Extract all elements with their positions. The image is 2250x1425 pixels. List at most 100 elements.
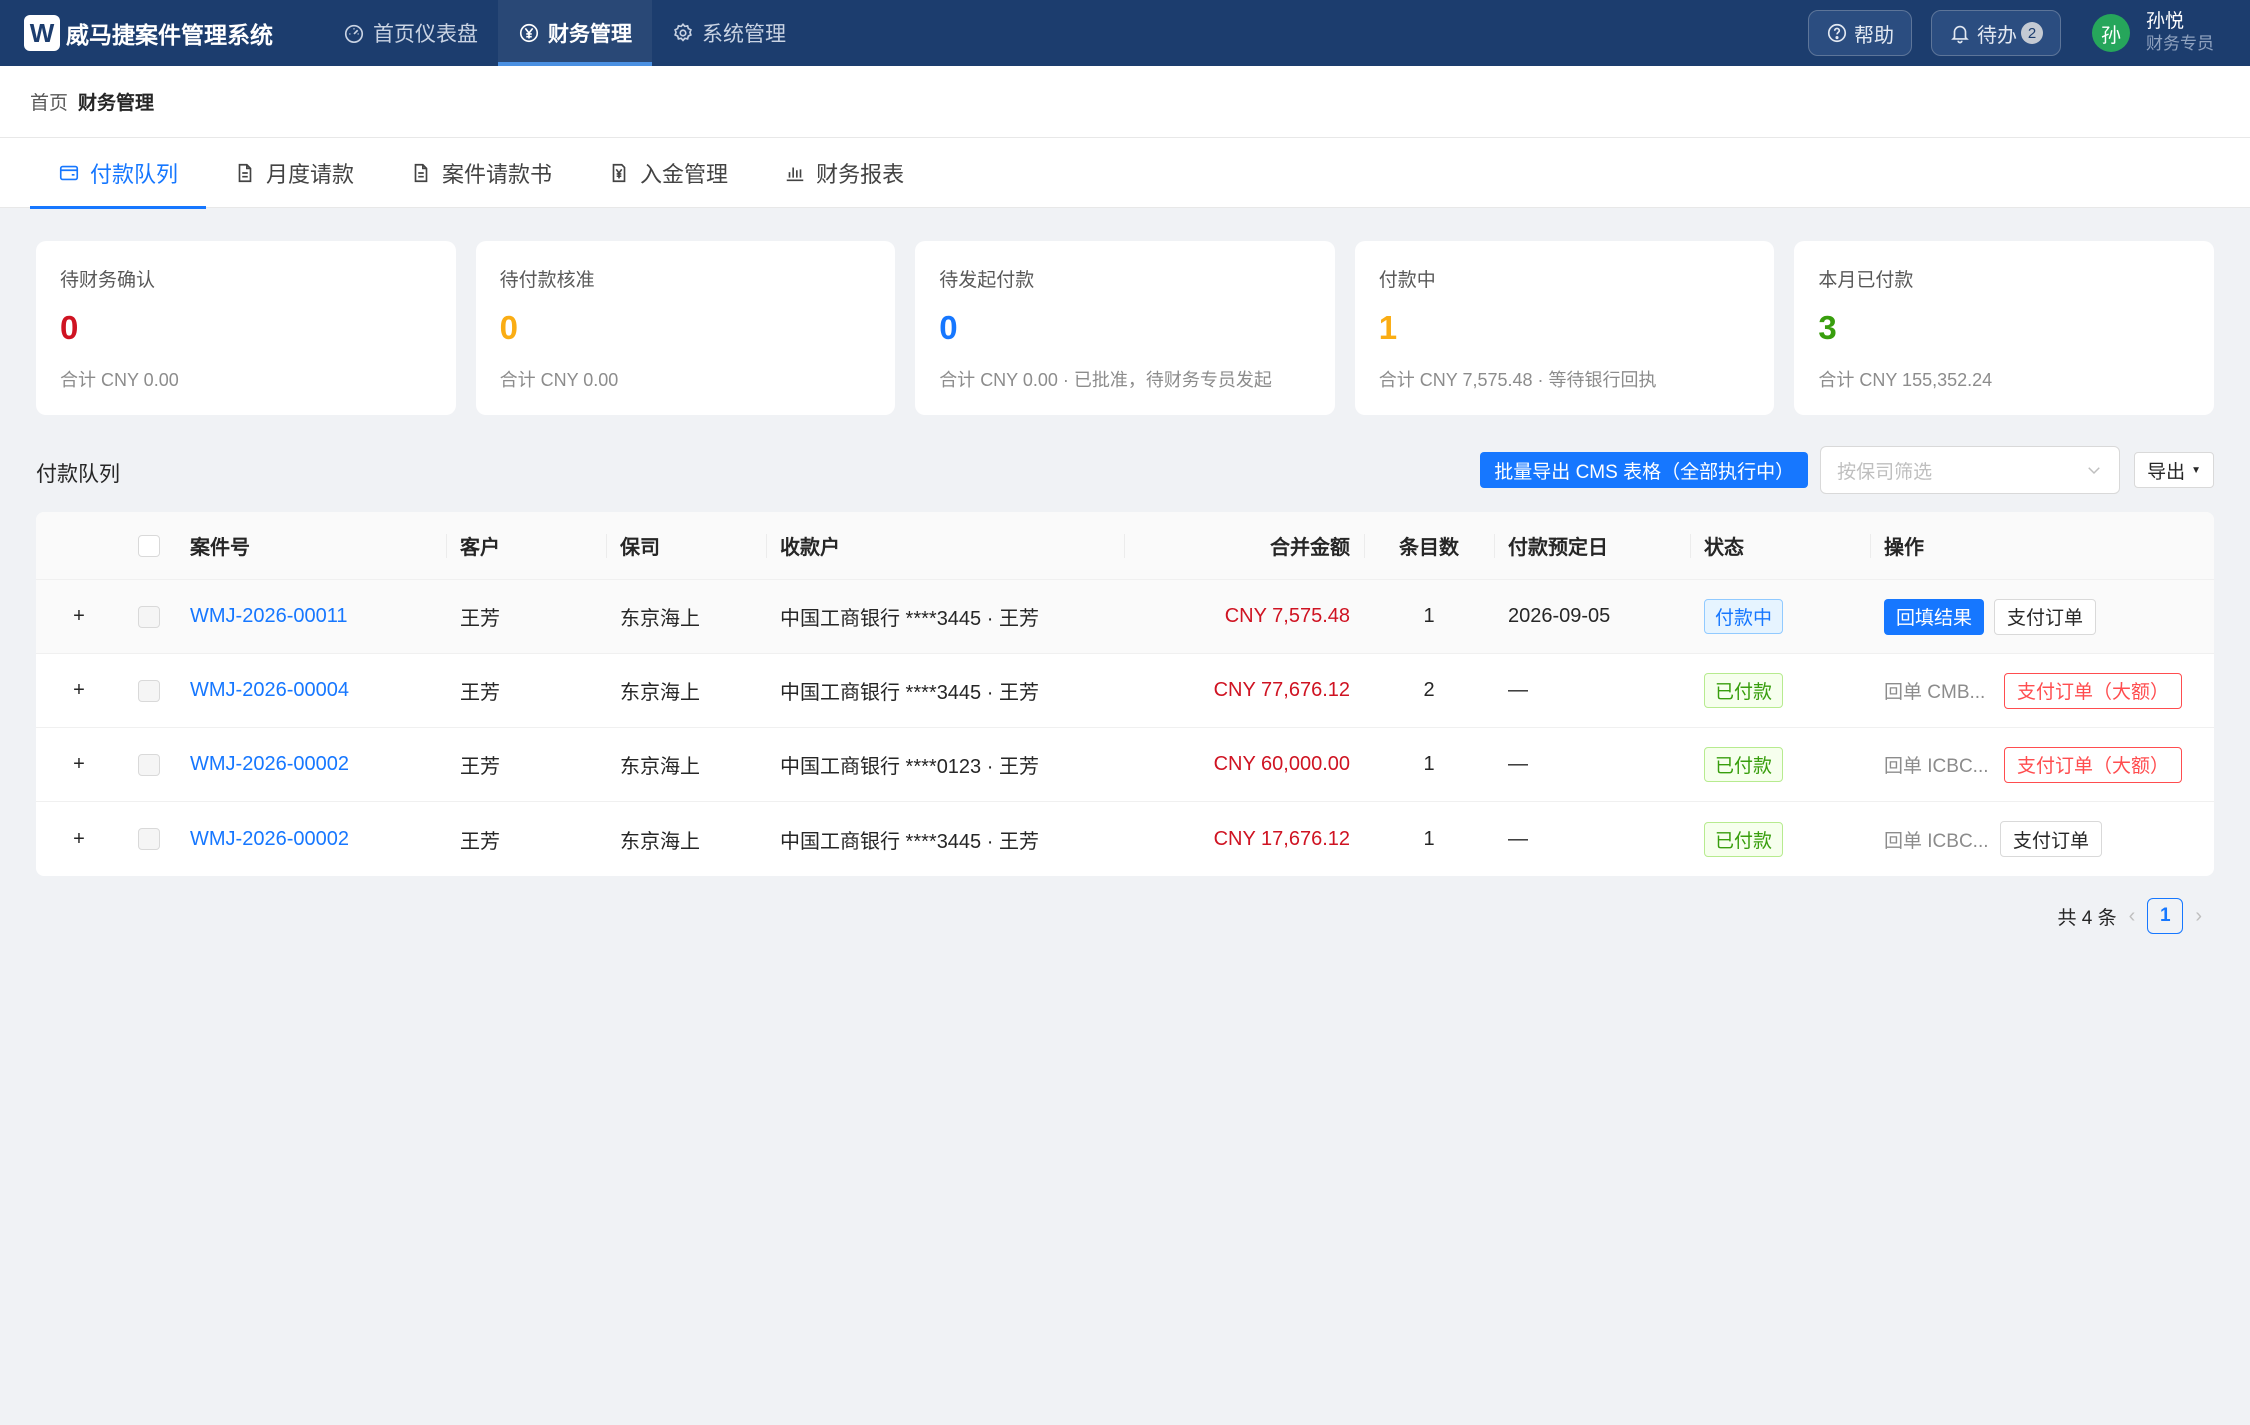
brand[interactable]: W 威马捷案件管理系统 bbox=[24, 15, 273, 51]
user-role: 财务专员 bbox=[2146, 34, 2214, 53]
column-header-status: 状态 bbox=[1690, 531, 1870, 560]
status-badge: 已付款 bbox=[1704, 673, 1784, 708]
column-header-due-date: 付款预定日 bbox=[1494, 531, 1690, 560]
avatar: 孙 bbox=[2092, 14, 2130, 52]
brand-logo: W bbox=[24, 15, 60, 51]
status-badge: 付款中 bbox=[1704, 599, 1784, 634]
expand-row-icon[interactable]: + bbox=[68, 754, 90, 776]
export-dropdown-button[interactable]: 导出 ▼ bbox=[2134, 452, 2214, 488]
user-menu[interactable]: 孙 孙悦 财务专员 bbox=[2092, 11, 2214, 55]
expand-row-icon[interactable]: + bbox=[68, 828, 90, 850]
stat-title: 付款中 bbox=[1378, 270, 1436, 291]
table-header-row: 案件号 客户 保司 收款户 合并金额 条目数 付款预定日 状态 操作 bbox=[36, 512, 2214, 580]
row-checkbox[interactable] bbox=[138, 828, 160, 850]
stat-value: 0 bbox=[939, 309, 958, 346]
select-all-checkbox[interactable] bbox=[138, 534, 160, 557]
stat-title: 待财务确认 bbox=[60, 270, 156, 291]
stat-subtitle: 合计 CNY 0.00 bbox=[499, 370, 619, 390]
document-icon bbox=[414, 163, 428, 183]
payment-order-button[interactable]: 支付订单 bbox=[1994, 598, 2097, 635]
main-nav: 首页仪表盘 财务管理 系统管理 bbox=[323, 0, 806, 66]
nav-item-label: 财务管理 bbox=[548, 23, 632, 46]
stat-card: 本月已付款 3 合计 CNY 155,352.24 bbox=[1794, 241, 2214, 415]
column-header-amount: 合并金额 bbox=[1124, 531, 1364, 560]
tab-case-invoice[interactable]: 案件请款书 bbox=[382, 138, 580, 208]
tab-income-management[interactable]: 入金管理 bbox=[580, 138, 756, 208]
status-cell: 已付款 bbox=[1690, 747, 1870, 782]
receipt-link[interactable]: 回单 ICBC... bbox=[1884, 751, 1990, 778]
table-row: + WMJ-2026-00004 王芳 东京海上 中国工商银行 ****3445… bbox=[36, 654, 2214, 728]
row-checkbox[interactable] bbox=[138, 753, 160, 776]
payment-order-button[interactable]: 支付订单 bbox=[2000, 821, 2103, 857]
nav-item-label: 系统管理 bbox=[702, 23, 786, 46]
case-no-cell: WMJ-2026-00011 bbox=[176, 605, 446, 628]
nav-item-dashboard[interactable]: 首页仪表盘 bbox=[323, 0, 498, 66]
payment-order-large-button[interactable]: 支付订单（大额） bbox=[2004, 746, 2183, 783]
tab-label: 月度请款 bbox=[266, 162, 355, 187]
tab-label: 付款队列 bbox=[90, 162, 179, 187]
help-button[interactable]: 帮助 bbox=[1808, 10, 1912, 56]
finance-tabs: 付款队列 月度请款 案件请款书 入金管理 财务报表 bbox=[0, 138, 2250, 209]
ops-cell: 回填结果 支付订单 bbox=[1870, 598, 2214, 635]
case-no-cell: WMJ-2026-00002 bbox=[176, 828, 446, 851]
tab-payment-queue[interactable]: 付款队列 bbox=[30, 138, 207, 209]
status-cell: 付款中 bbox=[1690, 599, 1870, 634]
row-checkbox[interactable] bbox=[138, 605, 160, 628]
nav-item-system[interactable]: 系统管理 bbox=[652, 0, 806, 66]
status-cell: 已付款 bbox=[1690, 821, 1870, 857]
table-row: + WMJ-2026-00011 王芳 东京海上 中国工商银行 ****3445… bbox=[36, 580, 2214, 654]
stat-card: 付款中 1 合计 CNY 7,575.48 · 等待银行回执 bbox=[1354, 241, 1775, 415]
document-icon bbox=[238, 163, 252, 183]
insurer-filter-select[interactable]: 按保司筛选 bbox=[1820, 446, 2121, 494]
stat-subtitle: 合计 CNY 7,575.48 · 等待银行回执 bbox=[1378, 370, 1657, 390]
stat-title: 本月已付款 bbox=[1818, 270, 1914, 291]
due-date-cell: 2026-09-05 bbox=[1508, 605, 1611, 627]
count-cell: 2 bbox=[1423, 679, 1435, 701]
tab-monthly-request[interactable]: 月度请款 bbox=[206, 138, 382, 208]
case-no-link[interactable]: WMJ-2026-00011 bbox=[190, 605, 347, 627]
status-cell: 已付款 bbox=[1690, 673, 1870, 708]
case-no-link[interactable]: WMJ-2026-00004 bbox=[190, 679, 349, 701]
payment-order-large-button[interactable]: 支付订单（大额） bbox=[2004, 672, 2183, 709]
fill-result-button[interactable]: 回填结果 bbox=[1884, 598, 1985, 635]
batch-export-button[interactable]: 批量导出 CMS 表格（全部执行中） bbox=[1480, 452, 1809, 488]
yen-icon bbox=[612, 163, 626, 183]
expand-row-icon[interactable]: + bbox=[68, 680, 90, 702]
client-cell: 王芳 bbox=[460, 682, 500, 704]
app-title: 威马捷案件管理系统 bbox=[66, 22, 273, 48]
case-no-link[interactable]: WMJ-2026-00002 bbox=[190, 753, 349, 775]
row-checkbox[interactable] bbox=[138, 679, 160, 702]
case-no-cell: WMJ-2026-00004 bbox=[176, 679, 446, 702]
due-date-cell: — bbox=[1508, 753, 1528, 775]
chevron-right-icon[interactable]: › bbox=[2195, 905, 2202, 928]
insurer-cell: 东京海上 bbox=[620, 756, 700, 778]
breadcrumb-home[interactable]: 首页 bbox=[30, 88, 68, 115]
status-badge: 已付款 bbox=[1704, 747, 1784, 782]
stat-card: 待付款核准 0 合计 CNY 0.00 bbox=[475, 241, 896, 415]
payee-cell: 中国工商银行 ****3445 · 王芳 bbox=[780, 830, 1039, 853]
amount-cell: CNY 77,676.12 bbox=[1213, 679, 1350, 701]
page-number-button[interactable]: 1 bbox=[2147, 898, 2184, 934]
header-actions: 帮助 待办 2 孙 孙悦 财务专员 bbox=[1789, 0, 2214, 66]
todo-button[interactable]: 待办 2 bbox=[1931, 10, 2061, 56]
dashboard-icon bbox=[344, 24, 364, 43]
insurer-cell: 东京海上 bbox=[620, 830, 700, 853]
stat-card: 待发起付款 0 合计 CNY 0.00 · 已批准，待财务专员发起 bbox=[915, 241, 1335, 415]
row-check-cell bbox=[122, 753, 176, 776]
receipt-link[interactable]: 回单 ICBC... bbox=[1884, 826, 1990, 853]
chevron-down-icon bbox=[2088, 467, 2100, 475]
bell-icon bbox=[1951, 25, 1969, 44]
expand-row-icon[interactable]: + bbox=[68, 606, 90, 628]
due-date-cell: — bbox=[1508, 827, 1528, 850]
chevron-left-icon[interactable]: ‹ bbox=[2129, 905, 2136, 928]
receipt-link[interactable]: 回单 CMB... bbox=[1884, 677, 1990, 704]
tab-financial-report[interactable]: 财务报表 bbox=[756, 138, 932, 208]
stat-title: 待付款核准 bbox=[499, 270, 595, 291]
expand-cell: + bbox=[36, 754, 122, 776]
help-label: 帮助 bbox=[1854, 24, 1894, 47]
finance-icon bbox=[519, 23, 539, 43]
case-no-link[interactable]: WMJ-2026-00002 bbox=[190, 828, 349, 850]
todo-label: 待办 bbox=[1977, 24, 2017, 47]
nav-item-finance[interactable]: 财务管理 bbox=[498, 0, 652, 66]
expand-cell: + bbox=[36, 828, 122, 850]
